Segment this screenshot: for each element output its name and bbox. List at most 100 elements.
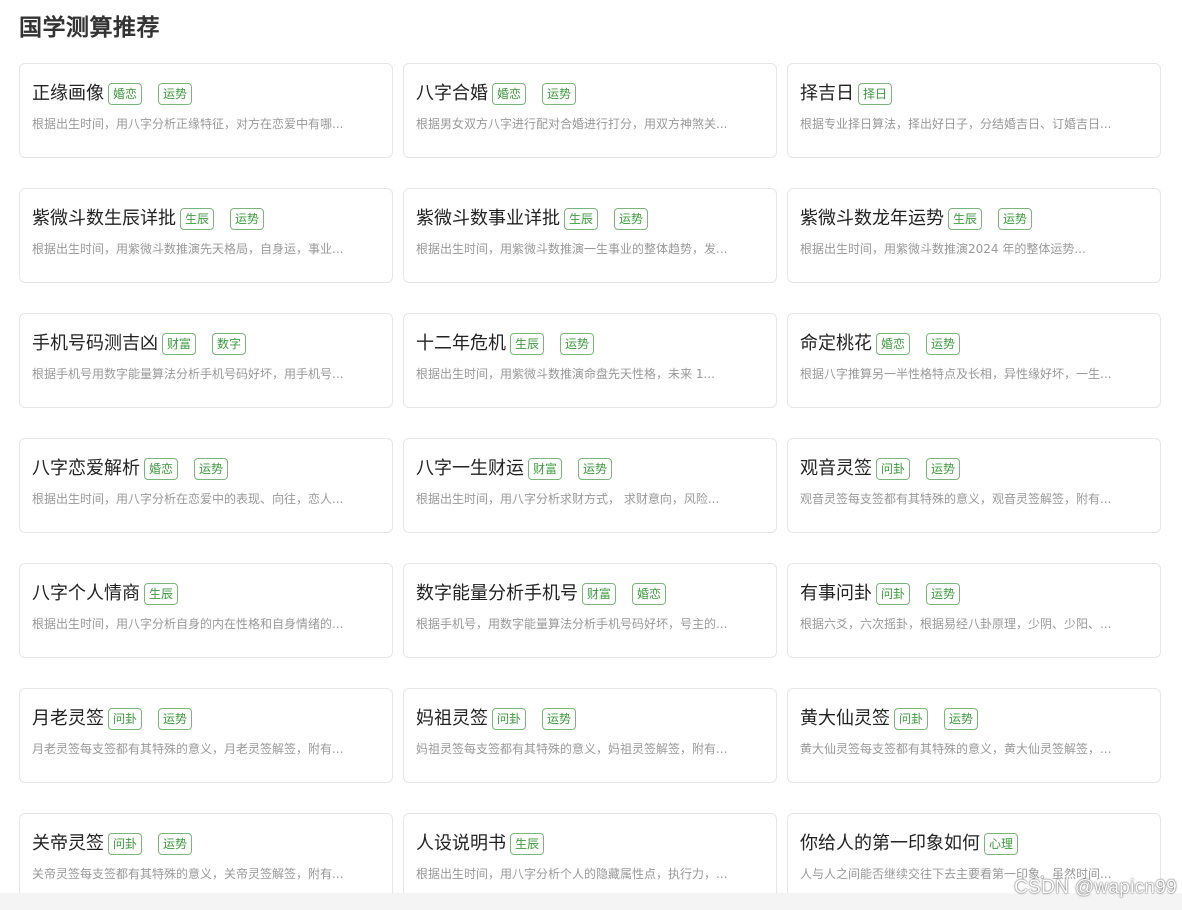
category-tag[interactable]: 运势 [158,833,193,855]
card-title[interactable]: 命定桃花 [800,331,872,357]
card-description: 月老灵签每支签都有其特殊的意义，月老灵签解签，附有... [32,742,344,756]
card-header: 手机号码测吉凶 财富 数字 [32,331,380,357]
card-title[interactable]: 妈祖灵签 [416,706,488,732]
watermark: CSDN @wapicn99 [1014,877,1177,898]
card-title[interactable]: 紫微斗数生辰详批 [32,206,176,232]
category-tag[interactable]: 财富 [582,583,617,605]
card-title[interactable]: 观音灵签 [800,456,872,482]
category-tag[interactable]: 婚恋 [876,333,911,355]
card-header: 关帝灵签 问卦 运势 [32,831,380,857]
category-tag[interactable]: 运势 [944,708,979,730]
card-description: 根据出生时间，用八字分析个人的隐藏属性点，执行力，... [416,867,728,881]
card-description: 根据出生时间，用紫微斗数推演命盘先天性格，未来 1... [416,367,715,381]
card-description: 根据专业择日算法，择出好日子，分结婚吉日、订婚吉日... [800,117,1112,131]
card[interactable]: 紫微斗数生辰详批 生辰 运势根据出生时间，用紫微斗数推演先天格局，自身运，事业... [19,188,393,283]
category-tag[interactable]: 问卦 [876,583,911,605]
card-header: 八字恋爱解析 婚恋 运势 [32,456,380,482]
card[interactable]: 八字合婚 婚恋 运势 根据男女双方八字进行配对合婚进行打分，用双方神煞关... [403,63,777,158]
card-description: 根据手机号，用数字能量算法分析手机号码好坏，号主的... [416,617,728,631]
card-title[interactable]: 八字个人情商 [32,581,140,607]
card-grid: 正缘画像 婚恋 运势 根据出生时间，用八字分析正缘特征，对方在恋爱中有哪... 八字合婚… [19,63,1161,908]
category-tag[interactable]: 运势 [926,333,961,355]
card-title[interactable]: 紫微斗数事业详批 [416,206,560,232]
category-tag[interactable]: 心理 [984,833,1019,855]
card-description: 黄大仙灵签每支签都有其特殊的意义，黄大仙灵签解签，... [800,742,1112,756]
category-tag[interactable]: 生辰 [510,333,545,355]
category-tag[interactable]: 运势 [542,83,577,105]
card-description: 根据出生时间，用紫微斗数推演先天格局，自身运，事业... [32,242,344,256]
card-header: 月老灵签 问卦 运势 [32,706,380,732]
category-tag[interactable]: 问卦 [876,458,911,480]
section-title: 国学测算推荐 [19,15,160,41]
card-title[interactable]: 八字一生财运 [416,456,524,482]
category-tag[interactable]: 问卦 [108,833,143,855]
category-tag[interactable]: 数字 [212,333,247,355]
category-tag[interactable]: 生辰 [948,208,983,230]
category-tag[interactable]: 择日 [858,83,893,105]
card[interactable]: 紫微斗数事业详批 生辰 运势 根据出生时间，用紫微斗数推演一生事业的整体趋势，发... [403,188,777,283]
card-title[interactable]: 紫微斗数龙年运势 [800,206,944,232]
card-header: 观音灵签 问卦 运势 [800,456,1148,482]
card-header: 妈祖灵签 问卦 运势 [416,706,764,732]
category-tag[interactable]: 运势 [998,208,1033,230]
card[interactable]: 黄大仙灵签 问卦 运势黄大仙灵签每支签都有其特殊的意义，黄大仙灵签解签，... [787,688,1161,783]
category-tag[interactable]: 运势 [926,458,961,480]
category-tag[interactable]: 生辰 [564,208,599,230]
page: 国学测算推荐 正缘画像 婚恋 运势 根据出生时间，用八字分析正缘特征，对方在恋爱中有哪… [0,0,1182,910]
card-title[interactable]: 十二年危机 [416,331,506,357]
card-title[interactable]: 月老灵签 [32,706,104,732]
card-title[interactable]: 你给人的第一印象如何 [800,831,980,857]
category-tag[interactable]: 运势 [158,708,193,730]
card-header: 正缘画像 婚恋 运势 [32,81,380,107]
category-tag[interactable]: 问卦 [492,708,527,730]
card[interactable]: 八字恋爱解析 婚恋 运势 根据出生时间，用八字分析在恋爱中的表现、向往，恋人... [19,438,393,533]
category-tag[interactable]: 运势 [194,458,229,480]
card-title[interactable]: 择吉日 [800,81,854,107]
category-tag[interactable]: 运势 [614,208,649,230]
category-tag[interactable]: 财富 [162,333,197,355]
card-title[interactable]: 八字恋爱解析 [32,456,140,482]
category-tag[interactable]: 问卦 [894,708,929,730]
card-title[interactable]: 黄大仙灵签 [800,706,890,732]
category-tag[interactable]: 婚恋 [492,83,527,105]
card-header: 黄大仙灵签 问卦 运势 [800,706,1148,732]
card-title[interactable]: 有事问卦 [800,581,872,607]
category-tag[interactable]: 生辰 [144,583,179,605]
category-tag[interactable]: 运势 [578,458,613,480]
card[interactable]: 择吉日 择日根据专业择日算法，择出好日子，分结婚吉日、订婚吉日... [787,63,1161,158]
category-tag[interactable]: 婚恋 [632,583,667,605]
category-tag[interactable]: 问卦 [108,708,143,730]
category-tag[interactable]: 运势 [926,583,961,605]
category-tag[interactable]: 运势 [158,83,193,105]
card-header: 择吉日 择日 [800,81,1148,107]
card[interactable]: 手机号码测吉凶 财富 数字 根据手机号用数字能量算法分析手机号码好坏，用手机号... [19,313,393,408]
card[interactable]: 命定桃花 婚恋 运势 根据八字推算另一半性格特点及长相，异性缘好坏，一生... [787,313,1161,408]
card[interactable]: 有事问卦 问卦 运势 根据六爻，六次摇卦，根据易经八卦原理，少阴、少阳、... [787,563,1161,658]
card-title[interactable]: 关帝灵签 [32,831,104,857]
card[interactable]: 紫微斗数龙年运势 生辰 运势 根据出生时间，用紫微斗数推演2024 年的整体运势... [787,188,1161,283]
card-header: 八字合婚 婚恋 运势 [416,81,764,107]
card[interactable]: 妈祖灵签 问卦 运势 妈祖灵签每支签都有其特殊的意义，妈祖灵签解签，附有... [403,688,777,783]
category-tag[interactable]: 运势 [560,333,595,355]
card[interactable]: 观音灵签 问卦 运势 观音灵签每支签都有其特殊的意义，观音灵签解签，附有... [787,438,1161,533]
bottom-strip [0,893,1182,910]
card[interactable]: 月老灵签 问卦 运势月老灵签每支签都有其特殊的意义，月老灵签解签，附有... [19,688,393,783]
card[interactable]: 数字能量分析手机号 财富 婚恋根据手机号，用数字能量算法分析手机号码好坏，号主的..… [403,563,777,658]
card[interactable]: 八字个人情商 生辰 根据出生时间，用八字分析自身的内在性格和自身情绪的... [19,563,393,658]
card-title[interactable]: 人设说明书 [416,831,506,857]
card[interactable]: 正缘画像 婚恋 运势 根据出生时间，用八字分析正缘特征，对方在恋爱中有哪... [19,63,393,158]
card-description: 关帝灵签每支签都有其特殊的意义，关帝灵签解签，附有... [32,867,344,881]
card-title[interactable]: 数字能量分析手机号 [416,581,578,607]
category-tag[interactable]: 生辰 [180,208,215,230]
category-tag[interactable]: 婚恋 [108,83,143,105]
card-title[interactable]: 正缘画像 [32,81,104,107]
card[interactable]: 八字一生财运 财富 运势 根据出生时间，用八字分析求财方式， 求财意向，风险... [403,438,777,533]
category-tag[interactable]: 运势 [542,708,577,730]
card-title[interactable]: 八字合婚 [416,81,488,107]
category-tag[interactable]: 运势 [230,208,265,230]
category-tag[interactable]: 财富 [528,458,563,480]
card[interactable]: 十二年危机 生辰 运势根据出生时间，用紫微斗数推演命盘先天性格，未来 1... [403,313,777,408]
card-title[interactable]: 手机号码测吉凶 [32,331,158,357]
category-tag[interactable]: 生辰 [510,833,545,855]
category-tag[interactable]: 婚恋 [144,458,179,480]
